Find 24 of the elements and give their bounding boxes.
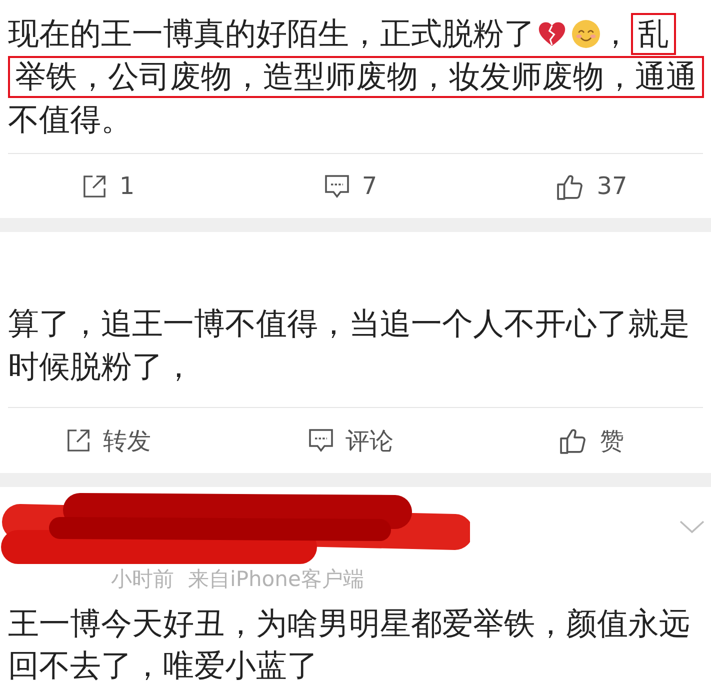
- post-time: 小时前: [111, 567, 174, 591]
- comment-button[interactable]: 评论: [308, 426, 394, 454]
- broken-heart-icon: [538, 21, 566, 47]
- post-text: ，: [600, 16, 631, 52]
- share-icon: [67, 429, 90, 452]
- post-source: 来自iPhone客户端: [188, 567, 364, 591]
- comment-button[interactable]: 7: [324, 172, 378, 200]
- repost-button[interactable]: 转发: [67, 426, 151, 454]
- repost-button[interactable]: 1: [83, 172, 135, 200]
- smiling-face-icon: [572, 20, 600, 48]
- comment-icon: [324, 174, 349, 198]
- highlighted-text: 乱: [631, 13, 676, 55]
- like-button[interactable]: 37: [556, 172, 628, 200]
- share-icon: [83, 174, 106, 198]
- post-text: 王一博今天好丑，为啥男明星都爱举铁，颜值永远回不去了，唯爱小蓝了: [8, 606, 690, 684]
- post-text: 现在的王一博真的好陌生，正式脱粉了: [8, 16, 535, 52]
- post-text: 不值得。: [8, 102, 132, 138]
- chevron-down-icon[interactable]: [679, 520, 705, 534]
- post-text: 算了，追王一博不值得，当追一个人不开心了就是时候脱粉了，: [8, 306, 690, 385]
- like-button[interactable]: 赞: [560, 426, 624, 454]
- thumbs-up-icon: [560, 427, 587, 454]
- highlighted-text: 举铁，公司废物，造型师废物，妆发师废物，通通: [8, 56, 704, 98]
- comment-icon: [308, 429, 332, 452]
- thumbs-up-icon: [556, 172, 584, 200]
